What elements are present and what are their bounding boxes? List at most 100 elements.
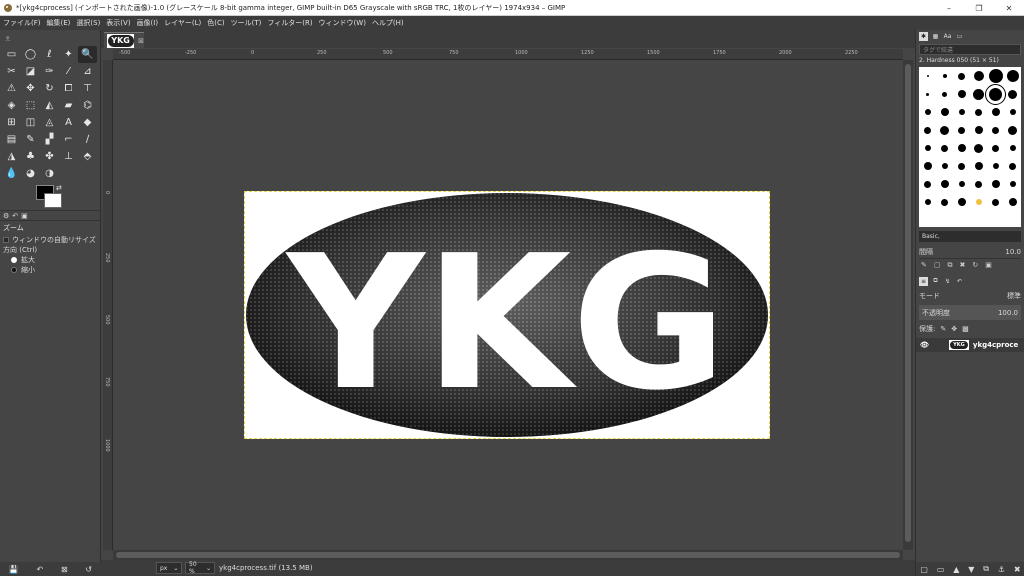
open-as-image-icon[interactable]: ▣ [985,261,992,269]
rotate-tool[interactable]: ↻ [40,80,59,97]
brush-preview[interactable] [924,180,931,188]
brush-preview[interactable] [942,91,947,97]
maximize-button[interactable]: ❐ [964,0,994,16]
brush-preview[interactable] [974,126,983,134]
brush-preview[interactable] [926,92,929,96]
menu-windows[interactable]: ウィンドウ(W) [319,18,366,28]
brush-preview[interactable] [973,71,984,81]
lock-position-icon[interactable]: ✥ [951,325,957,333]
perspective-tool[interactable]: ◭ [40,97,59,114]
brush-preview[interactable] [1008,198,1017,206]
anchor-icon[interactable]: ⚓ [998,565,1005,574]
text-tool[interactable]: ◫ [21,114,40,131]
smudge-tool[interactable]: ◕ [21,165,40,182]
minimize-button[interactable]: – [934,0,964,16]
auto-resize-checkbox[interactable] [3,237,9,243]
brush-preview[interactable] [991,108,1000,116]
raise-layer-icon[interactable]: ▲ [953,565,959,574]
brush-preview[interactable] [926,75,929,77]
edit-brush-icon[interactable]: ✎ [921,261,927,269]
brush-preview[interactable] [924,145,931,151]
warp-tool[interactable]: ◈ [2,97,21,114]
image-tab-ykg4cprocess[interactable]: YKG ⊠ [104,32,144,48]
brush-preview[interactable] [957,90,966,98]
rect-select-tool[interactable]: ▭ [2,46,21,63]
menu-file[interactable]: ファイル(F) [3,18,41,28]
foreground-select-tool[interactable]: ◪ [21,63,40,80]
lower-layer-icon[interactable]: ▼ [968,565,974,574]
brush-preview[interactable] [975,199,982,205]
layer-mode-row[interactable]: モード 標準 [919,290,1021,302]
spacing-value[interactable]: 10.0 [1005,248,1021,256]
patterns-tab-icon[interactable]: ▦ [931,32,940,41]
measure-tool[interactable]: ⊿ [78,63,97,80]
menu-filters[interactable]: フィルター(R) [267,18,312,28]
crop-tool[interactable]: ✂ [2,63,21,80]
brush-preview[interactable] [973,88,984,100]
document-history-tab-icon[interactable]: ▭ [955,32,964,41]
brush-preview[interactable] [1009,145,1016,151]
vertical-scroll-thumb[interactable] [905,64,911,542]
pencil-tool[interactable]: ▞ [40,131,59,148]
brush-preview[interactable] [924,126,931,134]
close-button[interactable]: ✕ [994,0,1024,16]
handle-transform-tool[interactable]: ⊞ [2,114,21,131]
zoom-in-option[interactable]: 拡大 [0,255,101,265]
brush-preview[interactable] [923,162,932,170]
brush-preview[interactable] [1008,125,1017,135]
opacity-value[interactable]: 100.0 [998,309,1018,317]
brush-preview[interactable] [958,162,965,170]
paths-tab-icon[interactable]: ↯ [943,277,952,286]
zoom-out-radio[interactable] [11,267,17,273]
transform-tool[interactable]: ⊤ [78,80,97,97]
restore-options-icon[interactable]: ↶ [37,565,44,574]
horizontal-ruler[interactable]: -500 -250 0 250 500 750 1000 1250 1500 1750 2000 22… [113,49,903,60]
paintbrush-tool[interactable]: ✎ [21,131,40,148]
flip-tool[interactable]: ⬚ [21,97,40,114]
blend-tool[interactable]: ◬ [40,114,59,131]
brush-preview[interactable] [942,74,947,78]
brush-preview[interactable] [957,144,966,152]
layer-name[interactable]: ykg4cproce [973,341,1018,349]
tool-options-tab-icon[interactable]: ⚙ [3,212,9,220]
duplicate-layer-icon[interactable]: ⧉ [983,564,989,574]
menu-view[interactable]: 表示(V) [106,18,130,28]
brush-preview[interactable] [974,162,983,170]
new-brush-icon[interactable]: ▢ [934,261,941,269]
mypaint-tool[interactable]: ♣ [21,148,40,165]
clone-tool[interactable]: ✤ [40,148,59,165]
refresh-brushes-icon[interactable]: ↻ [972,261,978,269]
crop-canvas-tool[interactable]: ⧠ [59,80,78,97]
brush-preview[interactable] [1008,89,1017,99]
unified-transform-tool[interactable]: ▰ [59,97,78,114]
cage-tool[interactable]: ⌬ [78,97,97,114]
a-text-tool[interactable]: A [59,114,78,131]
brush-preview[interactable] [924,199,931,205]
zoom-in-radio[interactable] [11,257,17,263]
spacing-row[interactable]: 間隔 10.0 [919,245,1021,259]
delete-brush-icon[interactable]: ✖ [960,261,966,269]
brush-preview[interactable] [992,144,999,152]
delete-layer-icon[interactable]: ✖ [1014,565,1021,574]
horizontal-scroll-thumb[interactable] [116,552,900,558]
close-tab-icon[interactable]: ⊠ [138,37,144,45]
menu-select[interactable]: 選択(S) [76,18,100,28]
layers-tab-icon[interactable]: ≡ [919,276,928,286]
auto-resize-option[interactable]: ウィンドウの自動リサイズ [0,235,101,245]
brushes-tab-icon[interactable]: ✱ [919,31,928,41]
menu-image[interactable]: 画像(I) [137,18,159,28]
paths-tool[interactable]: ✑ [40,63,59,80]
heal-tool[interactable]: ⊥ [59,148,78,165]
blur-tool[interactable]: 💧 [2,165,21,182]
brush-tag-input[interactable]: Basic, [919,231,1021,242]
brush-preview[interactable] [958,72,965,80]
new-group-icon[interactable]: ▭ [937,565,945,574]
zoom-out-option[interactable]: 縮小 [0,265,101,275]
gradient-tool[interactable]: ▤ [2,131,21,148]
image-canvas[interactable]: YKG [244,191,770,439]
save-options-icon[interactable]: 💾 [9,565,19,574]
brush-preview[interactable] [941,163,948,169]
dodge-tool[interactable]: ◑ [40,165,59,182]
ellipse-select-tool[interactable]: ◯ [21,46,40,63]
brush-preview[interactable] [958,109,965,115]
